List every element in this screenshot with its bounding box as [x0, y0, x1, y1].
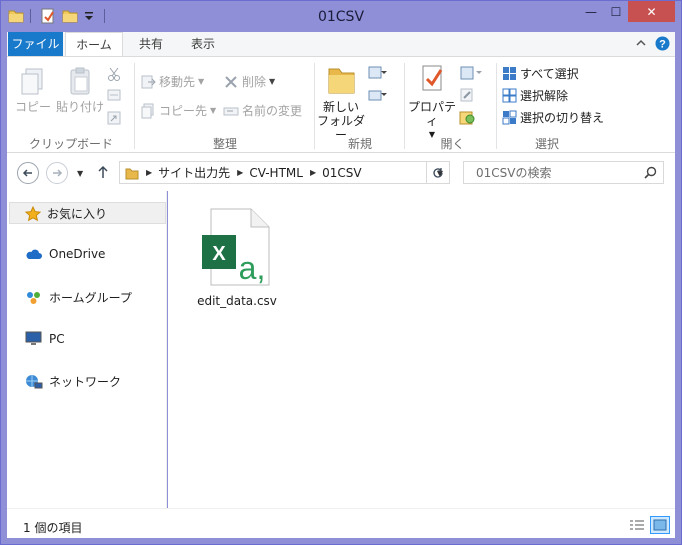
properties-label: プロパティ — [407, 100, 456, 128]
status-bar: 1 個の項目 — [7, 508, 675, 538]
open-group-label: 開く — [440, 137, 465, 151]
arrow-left-icon — [22, 169, 32, 177]
file-item[interactable]: X a, edit_data.csv — [194, 207, 280, 308]
network-icon — [26, 374, 43, 388]
address-row: ▼ ▶ サイト出力先 ▶ CV-HTML ▶ 01CSV ▼ 01CSVの検索 — [7, 153, 675, 191]
clipboard-group-label: クリップボード — [28, 137, 113, 151]
search-input[interactable]: 01CSVの検索 — [463, 161, 664, 184]
new-group-label: 新規 — [347, 137, 372, 151]
organize-group-label: 整理 — [212, 137, 237, 151]
sidebar-item-favorites[interactable]: お気に入り — [25, 205, 107, 222]
open-icon[interactable] — [459, 65, 485, 84]
homegroup-icon — [27, 291, 40, 304]
sidebar-item-homegroup[interactable]: ホームグループ — [25, 289, 132, 306]
large-icons-view-icon — [653, 519, 667, 531]
copy-path-icon[interactable] — [107, 89, 121, 104]
tab-view[interactable]: 表示 — [183, 32, 223, 56]
select-all-label: すべて選択 — [520, 67, 579, 81]
ribbon-collapse-icon[interactable] — [635, 37, 647, 52]
breadcrumb-item[interactable]: サイト出力先 — [158, 164, 230, 181]
copy-to-button[interactable]: コピー先 ▼ — [140, 102, 216, 119]
chevron-right-icon[interactable]: ▶ — [310, 168, 316, 177]
chevron-right-icon[interactable]: ▶ — [146, 168, 152, 177]
copy-label: コピー — [14, 100, 51, 114]
ribbon: コピー 貼り付け クリップボード 移動先 ▼ コピー先 ▼ 削除 ▼ 名前の変更… — [7, 56, 675, 153]
delete-button[interactable]: 削除 ▼ — [223, 73, 275, 90]
navigation-pane: お気に入り OneDrive ホームグループ PC ネットワーク — [7, 191, 167, 508]
tab-share[interactable]: 共有 — [131, 32, 171, 56]
search-icon[interactable] — [644, 166, 657, 182]
recent-locations-icon[interactable]: ▼ — [77, 169, 83, 178]
tab-home[interactable]: ホーム — [65, 32, 123, 57]
new-folder-label-1: 新しい — [322, 100, 359, 114]
maximize-button[interactable]: ☐ — [604, 1, 628, 22]
copy-to-label: コピー先 — [159, 104, 208, 118]
file-name: edit_data.csv — [197, 294, 277, 308]
move-to-label: 移動先 — [159, 75, 196, 89]
explorer-window: 01CSV — ☐ ✕ ファイル ホーム 共有 表示 ? コピー 貼り付け クリ… — [0, 0, 682, 545]
cloud-icon — [26, 249, 42, 259]
arrow-right-icon — [53, 169, 63, 177]
ribbon-tabs: ファイル ホーム 共有 表示 ? — [7, 32, 675, 57]
rename-label: 名前の変更 — [242, 104, 303, 118]
sidebar-item-label: PC — [49, 332, 65, 346]
tab-file[interactable]: ファイル — [8, 32, 63, 56]
chevron-right-icon[interactable]: ▶ — [237, 168, 243, 177]
paste-label: 貼り付け — [55, 100, 104, 114]
invert-selection-label: 選択の切り替え — [520, 111, 605, 125]
excel-csv-file-icon: X a, — [202, 208, 270, 286]
select-group-label: 選択 — [534, 137, 559, 151]
delete-label: 削除 — [242, 75, 267, 89]
select-none-button[interactable]: 選択解除 — [502, 87, 568, 104]
sidebar-item-pc[interactable]: PC — [25, 331, 65, 347]
breadcrumb-item[interactable]: CV-HTML — [249, 166, 303, 180]
paste-button[interactable]: 貼り付け — [55, 65, 105, 114]
breadcrumb-item[interactable]: 01CSV — [322, 166, 361, 180]
invert-selection-button[interactable]: 選択の切り替え — [502, 109, 604, 126]
svg-text:?: ? — [659, 39, 666, 51]
sidebar-item-onedrive[interactable]: OneDrive — [25, 247, 105, 261]
rename-button[interactable]: 名前の変更 — [223, 102, 302, 119]
details-view-button[interactable] — [627, 516, 647, 534]
sidebar-item-label: ホームグループ — [49, 291, 132, 305]
details-view-icon — [630, 520, 644, 530]
history-icon[interactable] — [459, 109, 475, 128]
copy-button[interactable]: コピー — [13, 65, 53, 114]
up-arrow-icon[interactable] — [97, 165, 109, 182]
item-count: 1 個の項目 — [23, 521, 83, 535]
select-all-button[interactable]: すべて選択 — [502, 65, 579, 82]
new-folder-button[interactable]: 新しい フォルダー — [315, 63, 367, 142]
refresh-icon — [433, 167, 443, 178]
forward-button[interactable] — [46, 162, 68, 184]
star-icon — [25, 205, 41, 221]
sidebar-item-network[interactable]: ネットワーク — [25, 373, 121, 390]
help-icon[interactable]: ? — [655, 36, 670, 54]
sidebar-item-label: お気に入り — [47, 207, 108, 221]
sidebar-item-label: ネットワーク — [49, 375, 122, 389]
search-placeholder: 01CSVの検索 — [476, 166, 552, 180]
properties-button[interactable]: プロパティ ▼ — [405, 63, 459, 142]
easy-access-icon[interactable] — [367, 87, 391, 106]
refresh-button[interactable] — [426, 161, 450, 184]
new-item-icon[interactable] — [367, 65, 391, 84]
cut-icon[interactable] — [107, 67, 121, 84]
large-icons-view-button[interactable] — [650, 516, 670, 534]
minimize-button[interactable]: — — [578, 1, 604, 22]
svg-text:a,: a, — [239, 250, 266, 286]
edit-icon[interactable] — [459, 87, 475, 106]
computer-icon — [25, 331, 42, 345]
close-button[interactable]: ✕ — [628, 1, 675, 22]
svg-text:X: X — [212, 243, 226, 265]
select-none-label: 選択解除 — [520, 89, 569, 103]
sidebar-item-label: OneDrive — [49, 247, 106, 261]
address-bar[interactable]: ▶ サイト出力先 ▶ CV-HTML ▶ 01CSV ▼ — [119, 161, 450, 184]
title-bar: 01CSV — ☐ ✕ — [1, 1, 681, 32]
paste-shortcut-icon[interactable] — [107, 111, 121, 128]
back-button[interactable] — [17, 162, 39, 184]
file-list: X a, edit_data.csv — [168, 191, 675, 508]
folder-icon — [125, 166, 139, 180]
move-to-button[interactable]: 移動先 ▼ — [140, 73, 204, 90]
